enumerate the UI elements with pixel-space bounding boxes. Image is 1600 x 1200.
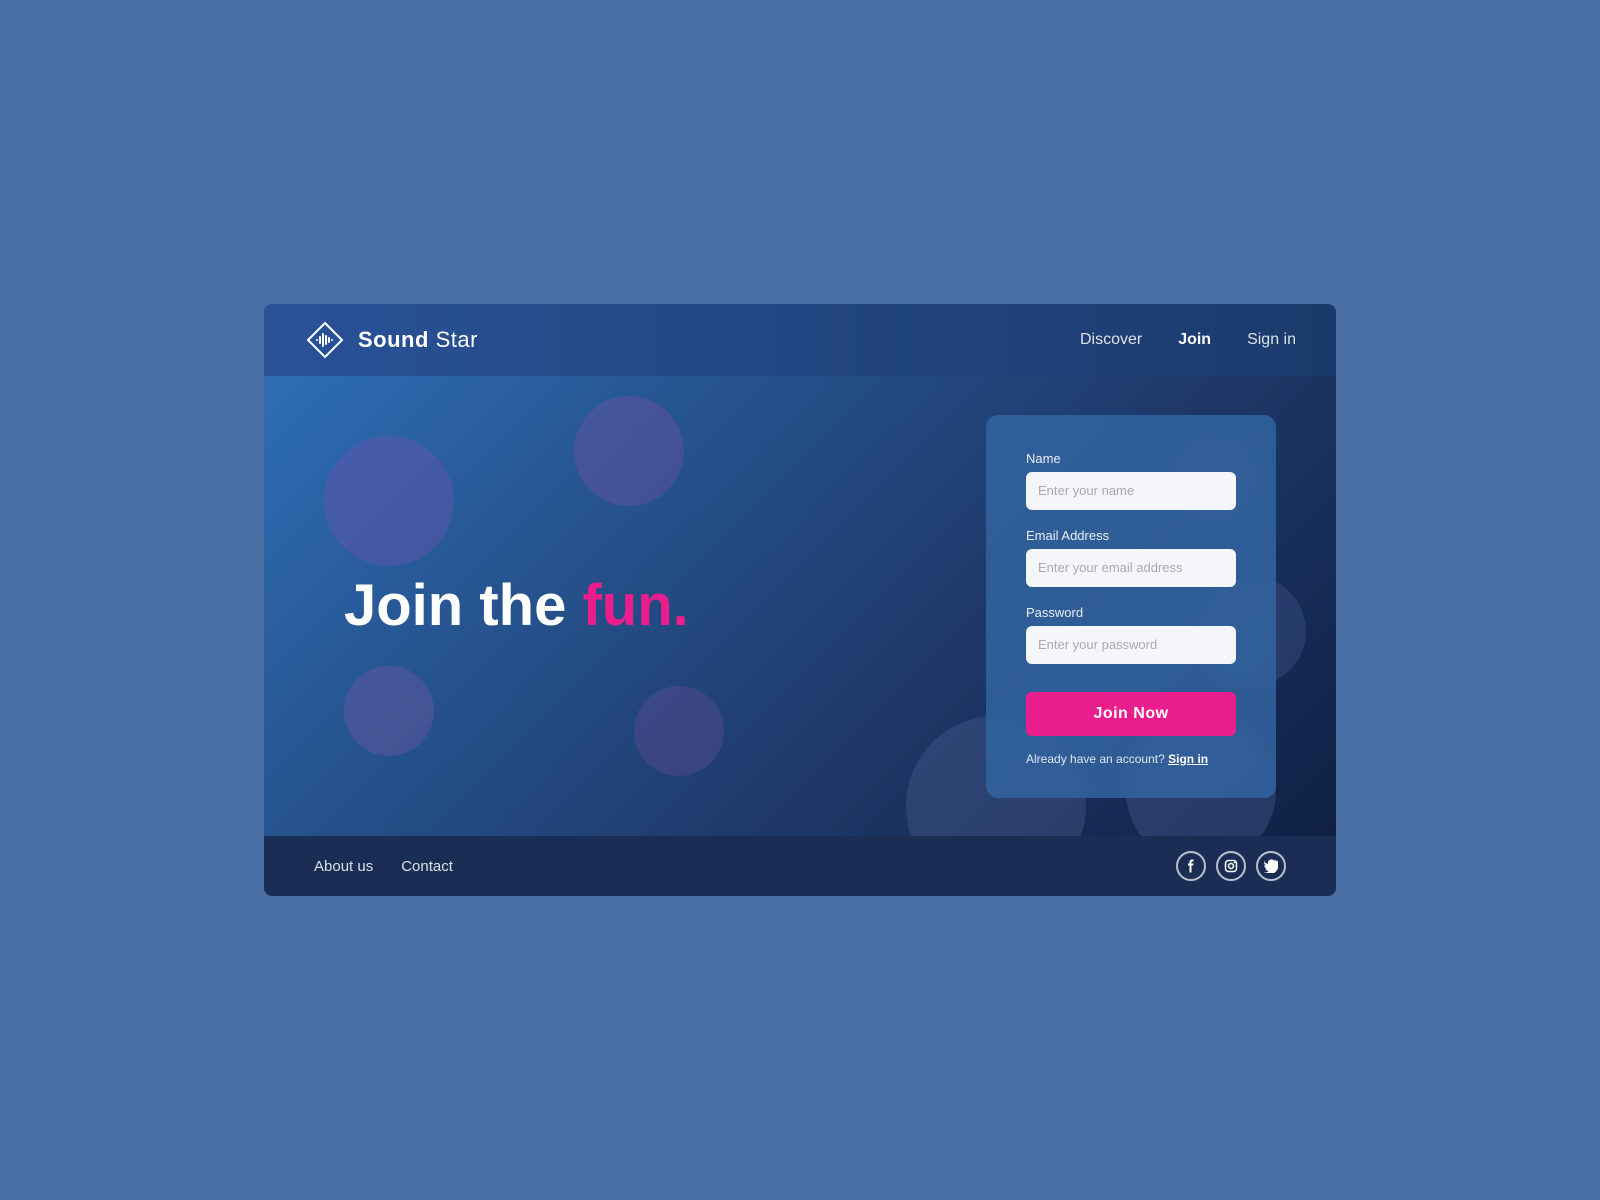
hero-text: Join the fun. (344, 574, 986, 638)
email-input[interactable] (1026, 549, 1236, 587)
form-group-email: Email Address (1026, 528, 1236, 587)
social-icons (1176, 851, 1286, 881)
footer: About us Contact (264, 836, 1336, 896)
password-label: Password (1026, 605, 1236, 620)
form-group-name: Name (1026, 451, 1236, 510)
twitter-icon[interactable] (1256, 851, 1286, 881)
hero-heading: Join the fun. (344, 574, 986, 638)
email-label: Email Address (1026, 528, 1236, 543)
password-input[interactable] (1026, 626, 1236, 664)
logo-text: Sound Star (358, 327, 478, 353)
hero-heading-dot: . (673, 573, 689, 638)
decorative-circle-3 (344, 666, 434, 756)
hero-heading-static: Join the (344, 573, 582, 638)
footer-about[interactable]: About us (314, 858, 373, 875)
signin-prompt: Already have an account? Sign in (1026, 752, 1236, 766)
name-label: Name (1026, 451, 1236, 466)
already-account-text: Already have an account? (1026, 752, 1165, 766)
form-group-password: Password (1026, 605, 1236, 664)
signin-link[interactable]: Sign in (1168, 752, 1208, 766)
navbar: Sound Star Discover Join Sign in (264, 304, 1336, 376)
decorative-circle-2 (574, 396, 684, 506)
name-input[interactable] (1026, 472, 1236, 510)
browser-window: Sound Star Discover Join Sign in Join th… (264, 304, 1336, 896)
main-content: Join the fun. Name Email Address Passwor… (264, 376, 1336, 836)
form-card: Name Email Address Password Join Now Alr… (986, 415, 1276, 798)
instagram-icon[interactable] (1216, 851, 1246, 881)
footer-contact[interactable]: Contact (401, 858, 453, 875)
hero-heading-highlight: fun (582, 573, 672, 638)
join-now-button[interactable]: Join Now (1026, 692, 1236, 736)
footer-links: About us Contact (314, 858, 453, 875)
soundstar-logo-icon (304, 319, 346, 361)
nav-discover[interactable]: Discover (1080, 331, 1142, 349)
nav-signin[interactable]: Sign in (1247, 331, 1296, 349)
logo-area: Sound Star (304, 319, 478, 361)
decorative-circle-1 (324, 436, 454, 566)
decorative-circle-4 (634, 686, 724, 776)
facebook-icon[interactable] (1176, 851, 1206, 881)
nav-links: Discover Join Sign in (1080, 331, 1296, 349)
nav-join[interactable]: Join (1178, 331, 1211, 349)
